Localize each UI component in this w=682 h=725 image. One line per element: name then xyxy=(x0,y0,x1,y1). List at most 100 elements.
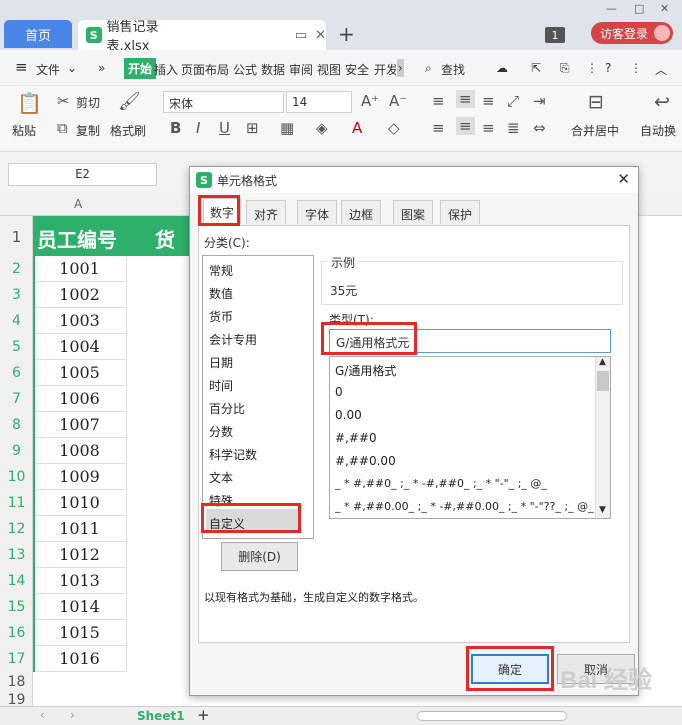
row-number[interactable]: 8 xyxy=(0,417,33,433)
table-cell[interactable]: 1002 xyxy=(33,282,127,308)
align-right-icon[interactable]: ≡ xyxy=(482,119,495,137)
underline-icon[interactable]: U xyxy=(219,119,230,137)
list-item[interactable]: 货币 xyxy=(209,308,233,325)
row-number[interactable]: 13 xyxy=(0,547,33,563)
tab-pattern[interactable]: 图案 xyxy=(393,200,433,224)
list-item[interactable]: 科学记数 xyxy=(209,446,257,463)
fill-style-icon[interactable]: ▦ xyxy=(280,119,294,137)
list-item[interactable]: G/通用格式 xyxy=(335,362,396,379)
table-cell[interactable]: 1004 xyxy=(33,334,127,360)
help-icon[interactable]: ? xyxy=(605,61,611,75)
format-list-scrollbar[interactable]: ▲ ▼ xyxy=(595,357,610,518)
menu-review[interactable]: 审阅 xyxy=(289,61,313,78)
tab-alignment[interactable]: 对齐 xyxy=(246,200,286,224)
float-window-icon[interactable]: ▭ xyxy=(295,28,307,43)
more-options-icon[interactable]: ⋮ xyxy=(630,61,642,75)
row-number[interactable]: 1 xyxy=(0,228,33,246)
table-cell[interactable]: 1005 xyxy=(33,360,127,386)
table-cell[interactable]: 1007 xyxy=(33,412,127,438)
row-number[interactable]: 11 xyxy=(0,495,33,511)
close-window-icon[interactable]: ✕ xyxy=(660,2,669,15)
table-cell[interactable]: 1013 xyxy=(33,568,127,594)
row-number[interactable]: 12 xyxy=(0,521,33,537)
table-cell[interactable]: 1009 xyxy=(33,464,127,490)
delete-button[interactable]: 删除(D) xyxy=(221,542,298,571)
expand-menu-icon[interactable]: » xyxy=(98,61,105,75)
scroll-up-icon[interactable]: ▲ xyxy=(599,357,606,367)
row-number[interactable]: 16 xyxy=(0,625,33,641)
menu-insert[interactable]: 插入 xyxy=(154,61,178,78)
distribute-icon[interactable]: ⇔ xyxy=(533,119,546,137)
list-item[interactable]: 百分比 xyxy=(209,400,245,417)
list-item[interactable]: 文本 xyxy=(209,469,233,486)
row-number[interactable]: 18 xyxy=(0,674,33,690)
copy-button[interactable]: 复制 xyxy=(76,122,100,139)
chevron-down-icon[interactable]: ⌄ xyxy=(67,61,77,75)
menu-developer[interactable]: 开发 xyxy=(374,61,396,78)
list-item[interactable]: 分数 xyxy=(209,423,233,440)
menu-view[interactable]: 视图 xyxy=(317,61,341,78)
list-item[interactable]: 日期 xyxy=(209,354,233,371)
row-number[interactable]: 9 xyxy=(0,443,33,459)
new-tab-icon[interactable]: + xyxy=(338,22,355,46)
list-item[interactable]: #,##0 xyxy=(335,431,377,445)
visitor-login-button[interactable]: 访客登录 xyxy=(591,22,673,44)
menu-data[interactable]: 数据 xyxy=(261,61,285,78)
list-item[interactable]: 0.00 xyxy=(335,408,362,422)
align-middle-icon[interactable]: ≡ xyxy=(456,90,475,108)
minimize-icon[interactable]: — xyxy=(606,2,617,15)
list-item[interactable]: 常规 xyxy=(209,262,233,279)
table-cell[interactable]: 1001 xyxy=(33,256,127,282)
scroll-thumb[interactable] xyxy=(597,371,609,391)
row-number[interactable]: 7 xyxy=(0,391,33,407)
list-item[interactable]: 特殊 xyxy=(209,492,233,509)
menu-formula[interactable]: 公式 xyxy=(233,61,257,78)
sheet-tab-sheet1[interactable]: Sheet1 xyxy=(137,709,185,723)
prev-sheet-icon[interactable]: ‹ xyxy=(40,708,45,722)
row-number[interactable]: 17 xyxy=(0,651,33,667)
indent-icon[interactable]: ⇥ xyxy=(533,92,546,110)
cut-button[interactable]: 剪切 xyxy=(76,94,100,111)
horizontal-scrollbar[interactable] xyxy=(417,711,567,721)
hamburger-icon[interactable]: ≡ xyxy=(15,58,28,76)
align-top-icon[interactable]: ≡ xyxy=(432,92,445,110)
menu-file[interactable]: 文件 xyxy=(36,61,60,78)
menu-start[interactable]: 开始 xyxy=(124,58,157,79)
ok-button[interactable]: 确定 xyxy=(471,654,549,684)
decrease-font-icon[interactable]: A⁻ xyxy=(389,92,407,110)
italic-icon[interactable]: I xyxy=(196,119,200,137)
list-item[interactable]: _ * #,##0_ ;_ * -#,##0_ ;_ * "-"_ ;_ @_ xyxy=(335,477,547,490)
menu-scroll-right-icon[interactable]: › xyxy=(397,59,404,77)
tab-border[interactable]: 边框 xyxy=(341,200,381,224)
table-cell[interactable]: 1016 xyxy=(33,646,127,672)
table-cell[interactable]: 1011 xyxy=(33,516,127,542)
cloud-icon[interactable]: ☁ xyxy=(496,61,508,75)
type-input[interactable]: G/通用格式元 xyxy=(329,329,611,353)
list-item[interactable]: 0 xyxy=(335,385,343,399)
maximize-icon[interactable]: □ xyxy=(634,2,644,15)
list-item[interactable]: 会计专用 xyxy=(209,331,257,348)
scroll-down-icon[interactable]: ▼ xyxy=(599,505,606,515)
table-cell[interactable]: 1006 xyxy=(33,386,127,412)
search-label[interactable]: 查找 xyxy=(441,61,465,78)
tab-font[interactable]: 字体 xyxy=(297,200,337,224)
name-box[interactable]: E2 xyxy=(8,163,157,186)
copy-icon[interactable]: ⧉ xyxy=(57,119,68,137)
scissors-icon[interactable]: ✂ xyxy=(57,92,70,110)
add-sheet-icon[interactable]: + xyxy=(197,706,210,724)
justify-icon[interactable]: ≣ xyxy=(507,119,520,137)
row-number[interactable]: 4 xyxy=(0,313,33,329)
share-icon[interactable]: ⇱ xyxy=(531,61,541,75)
row-number[interactable]: 3 xyxy=(0,287,33,303)
clear-format-icon[interactable]: ◇ xyxy=(388,119,400,137)
increase-font-icon[interactable]: A⁺ xyxy=(361,92,379,110)
format-painter-icon[interactable]: 🖌 xyxy=(118,91,141,112)
close-tab-icon[interactable]: ✕ xyxy=(315,28,326,43)
tab-home[interactable]: 首页 xyxy=(4,20,72,48)
list-item[interactable]: 时间 xyxy=(209,377,233,394)
border-icon[interactable]: ⊞ xyxy=(246,119,259,137)
menu-security[interactable]: 安全 xyxy=(345,61,369,78)
header-cell-goods[interactable]: 货物 xyxy=(127,216,189,256)
header-cell-employee-id[interactable]: 员工编号 xyxy=(33,216,127,256)
tab-number[interactable]: 数字 xyxy=(203,198,241,224)
